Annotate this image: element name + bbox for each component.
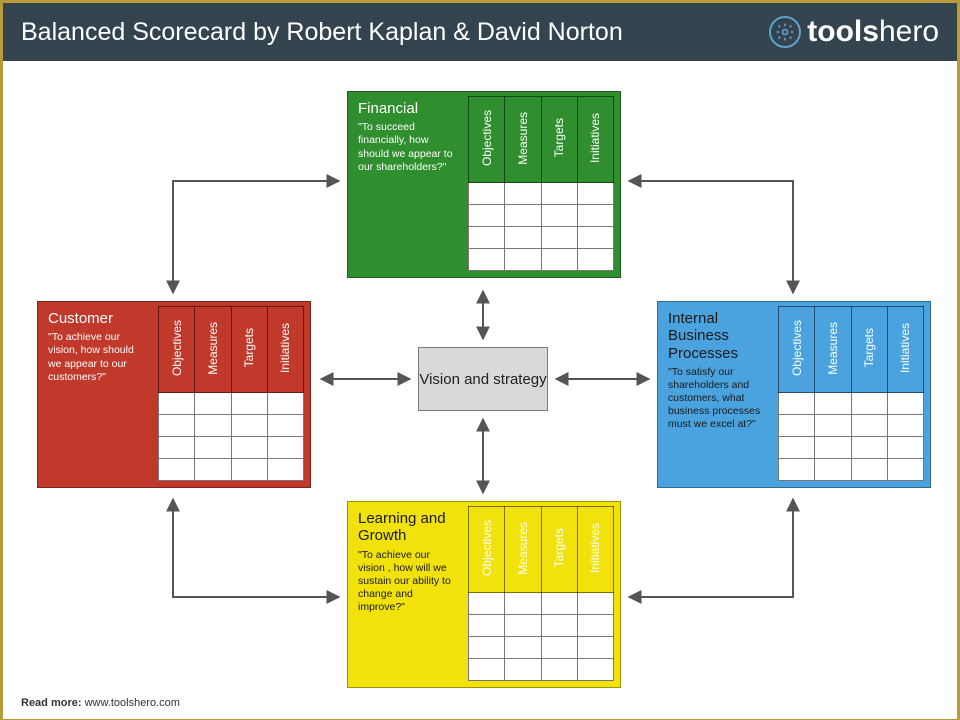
brand-bold: tools [807, 15, 879, 48]
card-title: Customer [48, 310, 148, 327]
card-learning-growth: Learning and Growth "To achieve our visi… [347, 501, 621, 688]
card-question: "To succeed financially, how should we a… [358, 121, 458, 174]
card-grid: Objectives Measures Targets Initiatives [466, 92, 620, 277]
card-title: Internal Business Processes [668, 310, 768, 362]
card-question: "To achieve our vision , how will we sus… [358, 549, 458, 615]
card-question: "To satisfy our shareholders and custome… [668, 366, 768, 432]
diagram-canvas: Vision and strategy Financial "To succee… [3, 61, 957, 719]
card-title: Financial [358, 100, 458, 117]
card-customer: Customer "To achieve our vision, how sho… [37, 301, 311, 488]
page-title: Balanced Scorecard by Robert Kaplan & Da… [21, 18, 623, 47]
brand-logo: toolshero [769, 15, 939, 49]
card-grid: Objectives Measures Targets Initiatives [156, 302, 310, 487]
col-initiatives: Initiatives [588, 523, 602, 573]
col-measures: Measures [516, 522, 530, 575]
card-grid: Objectives Measures Targets Initiatives [776, 302, 930, 487]
col-measures: Measures [206, 322, 220, 375]
col-objectives: Objectives [790, 320, 804, 376]
col-targets: Targets [862, 328, 876, 367]
card-financial: Financial "To succeed financially, how s… [347, 91, 621, 278]
header: Balanced Scorecard by Robert Kaplan & Da… [3, 3, 957, 61]
col-measures: Measures [516, 112, 530, 165]
col-targets: Targets [552, 118, 566, 157]
brand-thin: hero [879, 15, 939, 48]
col-initiatives: Initiatives [588, 113, 602, 163]
col-targets: Targets [242, 328, 256, 367]
card-title: Learning and Growth [358, 510, 458, 545]
col-initiatives: Initiatives [898, 323, 912, 373]
footer-url: www.toolshero.com [85, 697, 180, 709]
footer: Read more: www.toolshero.com [21, 697, 180, 709]
card-question: "To achieve our vision, how should we ap… [48, 331, 148, 384]
hub-vision-strategy: Vision and strategy [418, 347, 548, 411]
col-objectives: Objectives [170, 320, 184, 376]
gear-icon [769, 16, 801, 48]
card-internal-business-processes: Internal Business Processes "To satisfy … [657, 301, 931, 488]
col-objectives: Objectives [480, 110, 494, 166]
footer-label: Read more: [21, 697, 82, 709]
col-measures: Measures [826, 322, 840, 375]
col-initiatives: Initiatives [278, 323, 292, 373]
col-objectives: Objectives [480, 520, 494, 576]
col-targets: Targets [552, 528, 566, 567]
hub-label: Vision and strategy [419, 371, 546, 388]
card-grid: Objectives Measures Targets Initiatives [466, 502, 620, 687]
